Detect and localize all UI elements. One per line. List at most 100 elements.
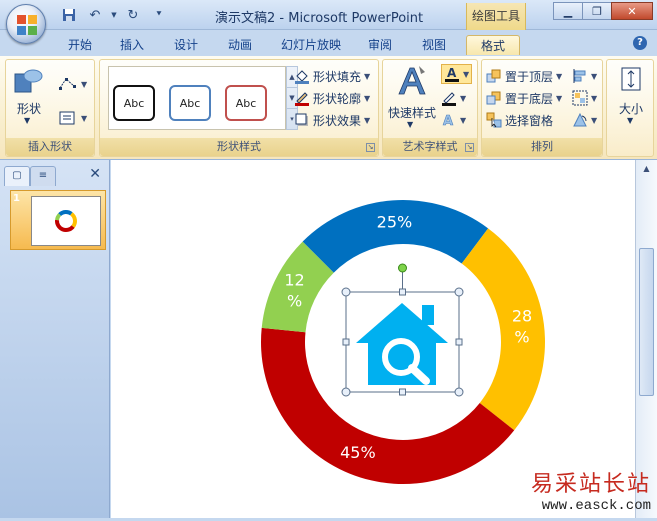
group-shape-styles: Abc Abc Abc ▲ ▼ ▾ 形状填充 ▼ 形状轮廓 ▼ 形状效果 ▼ 形状样式… [99,59,379,157]
shape-outline-label: 形状轮廓 [313,91,362,106]
slide-thumbnail-1[interactable]: 1 [10,190,106,250]
tab-format[interactable]: 格式 [466,35,520,55]
shapes-dropdown-icon: ▼ [24,116,31,125]
quick-styles-button[interactable]: 快速样式 ▼ [385,64,439,134]
group-objects-button[interactable]: ▼ [572,88,597,108]
restore-button[interactable]: ❐ [582,2,612,20]
slide-graphic: 25%28 %45%12% [261,200,545,484]
group-arrange: 置于顶层 ▼ 置于底层 ▼ 选择窗格 ▼ ▼ ▼ 排列 [481,59,603,157]
tab-animation[interactable]: 动画 [220,35,260,55]
ribbon: 形状 ▼ ▼ ▼ 插入形状 Abc Abc Abc ▲ ▼ ▾ 形状填充 ▼ 形… [0,56,657,160]
donut-label-0: 25% [377,212,413,231]
send-to-back-label: 置于底层 [505,91,554,106]
text-box-icon [59,111,75,125]
undo-icon[interactable]: ↶ [84,6,106,24]
shape-styles-label: 形状样式 [100,138,378,156]
edit-shape-button[interactable]: ▼ [58,74,87,94]
quick-styles-label: 快速样式 [387,106,436,120]
bring-to-front-button[interactable]: 置于顶层 ▼ [486,66,562,86]
resize-handle[interactable] [342,338,350,346]
tab-insert[interactable]: 插入 [112,35,152,55]
redo-icon[interactable]: ↻ [122,6,144,24]
donut-segment-1 [461,228,545,431]
shape-effects-label: 形状效果 [313,113,362,128]
minimize-button[interactable]: ▁ [553,2,583,20]
customize-qat-icon[interactable]: ⯆ [148,6,170,24]
house-search-icon[interactable] [356,303,448,385]
text-effects-button[interactable]: A ▼ [441,110,466,130]
scroll-thumb[interactable] [639,248,654,396]
group-wordart-styles: 快速样式 ▼ A ▼ ▼ A ▼ 艺术字样式 ↘ [382,59,478,157]
align-button[interactable]: ▼ [572,66,597,86]
edit-points-icon [59,78,76,90]
shape-effects-button[interactable]: 形状效果 ▼ [294,110,370,130]
shape-style-sample-red[interactable]: Abc [225,85,267,121]
bring-front-icon [486,69,501,83]
donut-segment-0 [302,200,489,273]
tab-home[interactable]: 开始 [58,35,102,55]
office-button[interactable] [6,4,46,44]
size-dropdown-icon: ▼ [627,116,634,125]
size-button[interactable]: 大小 ▼ [611,66,651,136]
insert-shapes-label: 插入形状 [6,138,94,156]
arrange-label: 排列 [482,138,602,156]
resize-handle[interactable] [399,388,406,396]
tab-review[interactable]: 审阅 [360,35,400,55]
watermark: 易采站长站 www.easck.com [531,466,651,514]
resize-handle[interactable] [454,287,464,297]
shape-fill-button[interactable]: 形状填充 ▼ [294,66,370,86]
text-outline-icon [442,92,456,106]
help-icon[interactable]: ? [633,36,647,50]
tab-design[interactable]: 设计 [166,35,206,55]
scroll-up-icon[interactable]: ▲ [639,164,654,178]
send-to-back-button[interactable]: 置于底层 ▼ [486,88,562,108]
close-panel-icon[interactable]: ✕ [89,166,101,182]
undo-dropdown-icon[interactable]: ▼ [110,6,118,24]
drawing-tools-header: 绘图工具 [466,3,526,30]
resize-handle[interactable] [455,338,463,346]
shape-styles-launcher-icon[interactable]: ↘ [366,143,375,152]
donut-segment-1 [70,212,77,228]
resize-handle[interactable] [399,288,406,296]
wordart-launcher-icon[interactable]: ↘ [465,143,474,152]
text-effects-icon: A [443,114,454,128]
rotate-button[interactable]: ▼ [572,110,597,130]
vertical-scrollbar[interactable]: ▲ [635,160,657,518]
shapes-button[interactable]: 形状 ▼ [12,66,46,132]
tab-view[interactable]: 视图 [414,35,454,55]
shapes-icon [14,69,43,93]
quick-access-toolbar: ↶ ▼ ↻ ⯆ [58,6,170,26]
slides-panel: ▢ ≡ ✕ 1 [0,160,110,518]
thumbnail-donut [55,210,77,232]
text-fill-button[interactable]: A ▼ [441,64,473,84]
save-icon[interactable] [58,6,80,24]
resize-handle[interactable] [454,387,464,397]
group-objects-icon [572,90,588,106]
text-outline-button[interactable]: ▼ [441,88,466,108]
size-label: 大小 [618,102,643,116]
watermark-title: 易采站长站 [530,472,651,497]
shape-style-sample-black[interactable]: Abc [113,85,155,121]
size-icon [621,67,641,91]
shape-style-sample-blue[interactable]: Abc [169,85,211,121]
slide-canvas[interactable]: 25% 28% 45% 12% [111,160,635,518]
group-insert-shapes: 形状 ▼ ▼ ▼ 插入形状 [5,59,95,157]
close-button[interactable]: ✕ [611,2,653,20]
outline-tab-icon[interactable]: ≡ [30,166,56,186]
resize-handle[interactable] [341,387,351,397]
selection-pane-label: 选择窗格 [505,113,554,128]
rotation-handle[interactable] [398,263,407,273]
window-controls: ▁ ❐ ✕ [553,2,653,20]
group-size: 大小 ▼ [606,59,654,157]
text-box-button[interactable]: ▼ [58,108,87,128]
resize-handle[interactable] [341,287,351,297]
send-back-icon [486,91,501,105]
svg-text:A: A [443,114,453,128]
title-bar: ↶ ▼ ↻ ⯆ 演示文稿2 - Microsoft PowerPoint 绘图工… [0,0,657,44]
selection-pane-icon [486,112,502,128]
office-logo-icon [17,15,37,35]
selection-pane-button[interactable]: 选择窗格 [486,110,553,130]
shape-outline-button[interactable]: 形状轮廓 ▼ [294,88,370,108]
slides-tab-icon[interactable]: ▢ [4,166,30,186]
tab-slideshow[interactable]: 幻灯片放映 [276,35,346,55]
